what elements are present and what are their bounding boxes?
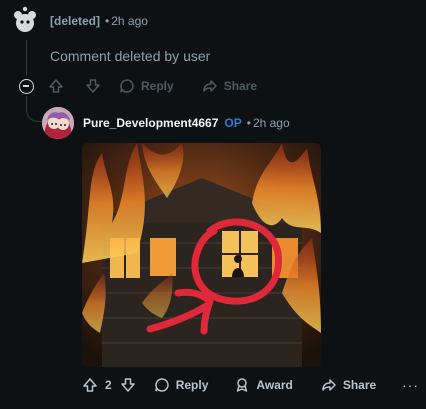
separator-dot: • (105, 14, 110, 28)
vote-count: 2 (105, 378, 112, 392)
upvote-arrow-icon (49, 79, 63, 93)
timestamp[interactable]: 2h ago (253, 116, 290, 130)
comment-meta: [deleted] • 2h ago (50, 14, 148, 28)
reply-label: Reply (175, 378, 209, 392)
reply-button[interactable]: Reply (154, 377, 209, 393)
comment-bubble-icon (154, 378, 169, 392)
share-arrow-icon (322, 379, 336, 391)
reply-label: Reply (141, 79, 174, 93)
collapse-thread-button[interactable] (19, 79, 34, 94)
upvote-arrow-icon (83, 378, 97, 392)
share-label: Share (223, 79, 258, 93)
upvote-button[interactable] (48, 78, 64, 94)
author-name[interactable]: [deleted] (50, 14, 100, 28)
comment-body: Comment deleted by user (50, 48, 211, 64)
thread-line (26, 40, 27, 76)
share-button[interactable]: Share (202, 78, 257, 94)
author-name[interactable]: Pure_Development4667 (83, 116, 218, 130)
thread-connector (26, 96, 43, 122)
user-avatar[interactable] (42, 107, 74, 139)
downvote-arrow-icon (86, 79, 100, 93)
downvote-button[interactable] (120, 377, 136, 393)
separator-dot: • (246, 116, 251, 130)
comment-actions: 2 Reply Award Share (82, 377, 376, 393)
op-badge: OP (224, 116, 242, 130)
upvote-button[interactable] (82, 377, 98, 393)
award-label: Award (256, 378, 293, 392)
award-icon (237, 378, 248, 392)
timestamp[interactable]: 2h ago (111, 14, 148, 28)
comment-meta: Pure_Development4667 OP • 2h ago (83, 116, 290, 130)
comment-image[interactable] (82, 143, 321, 367)
comment-thread: [deleted] • 2h ago Comment deleted by user… (0, 0, 426, 409)
award-button[interactable]: Award (234, 377, 293, 393)
downvote-arrow-icon (120, 378, 135, 392)
share-button[interactable]: Share (321, 377, 376, 393)
reply-button[interactable]: Reply (119, 78, 174, 94)
comment-bubble-icon (120, 79, 134, 93)
share-label: Share (342, 378, 377, 392)
comment-actions: Reply Share (48, 78, 257, 94)
reddit-snoo-avatar[interactable] (9, 5, 41, 37)
share-arrow-icon (202, 80, 217, 92)
more-options-button[interactable]: ··· (402, 377, 419, 393)
downvote-button[interactable] (85, 78, 101, 94)
